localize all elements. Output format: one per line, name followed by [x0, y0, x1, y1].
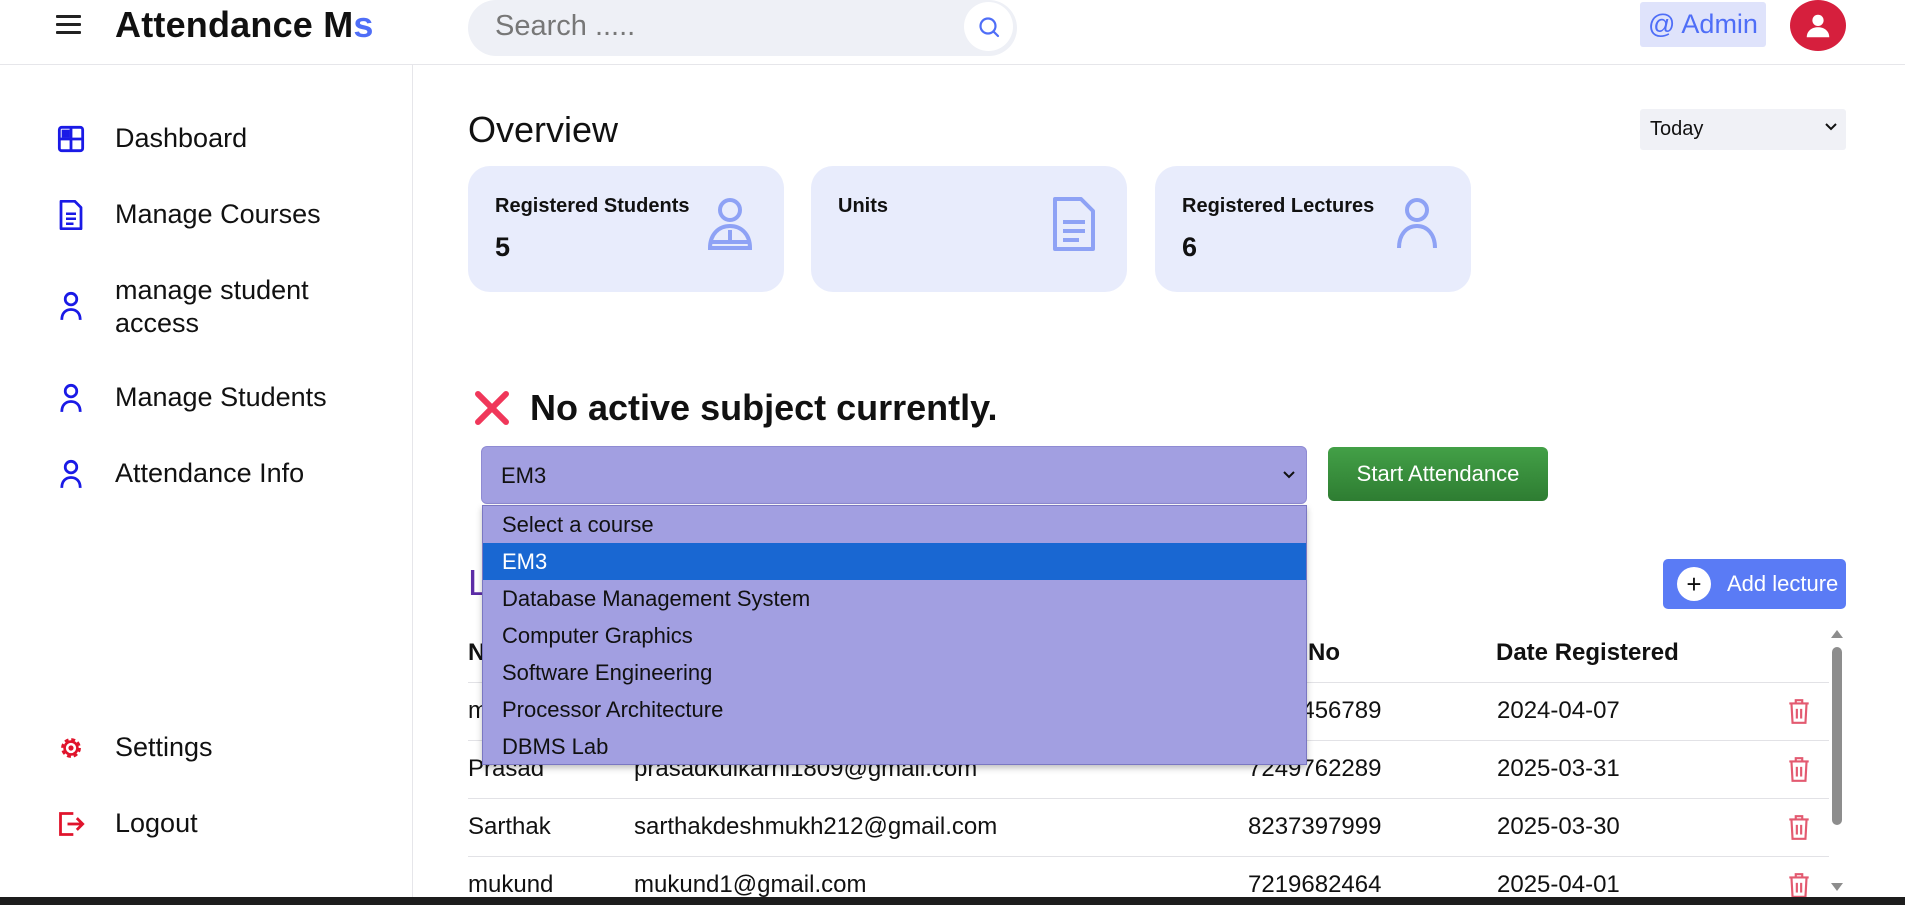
start-attendance-button[interactable]: Start Attendance	[1328, 447, 1548, 501]
brand-accent: s	[353, 4, 374, 45]
search-button[interactable]	[964, 2, 1013, 51]
gear-icon	[56, 733, 86, 763]
course-select-value: EM3	[501, 463, 547, 488]
sidebar-item-attendance-info[interactable]: Attendance Info	[56, 457, 365, 490]
top-bar: Attendance Ms @ Admin	[0, 0, 1905, 65]
trash-icon[interactable]	[1786, 755, 1812, 783]
cell-email: sarthakdeshmukh212@gmail.com	[634, 813, 998, 840]
sidebar-item-label: Dashboard	[115, 123, 248, 153]
scrollbar-thumb[interactable]	[1832, 647, 1842, 825]
user-icon	[56, 383, 86, 413]
sidebar-item-label: manage student access	[115, 275, 309, 338]
app-brand[interactable]: Attendance Ms	[115, 4, 374, 46]
course-select[interactable]: EM3	[481, 446, 1307, 504]
course-dropdown-list: Select a course EM3 Database Management …	[482, 505, 1307, 765]
stat-card-title: Units	[838, 195, 888, 217]
table-row: Sarthak sarthakdeshmukh212@gmail.com 823…	[468, 799, 1829, 857]
course-option[interactable]: DBMS Lab	[483, 728, 1306, 765]
sidebar-item-dashboard[interactable]: Dashboard	[56, 122, 365, 155]
taskbar-strip	[0, 897, 1905, 905]
course-option-selected[interactable]: EM3	[483, 543, 1306, 580]
cell-date: 2025-04-01	[1497, 871, 1620, 898]
course-option[interactable]: Database Management System	[483, 580, 1306, 617]
add-lecture-button[interactable]: + Add lecture	[1663, 559, 1846, 609]
search-input[interactable]	[495, 8, 935, 44]
period-select[interactable]: Today	[1640, 109, 1846, 150]
document-icon	[56, 200, 86, 230]
trash-icon[interactable]	[1786, 871, 1812, 899]
logout-icon	[56, 809, 86, 839]
user-avatar-icon	[1806, 14, 1830, 37]
page-title: Overview	[468, 109, 619, 150]
column-header: Date Registered	[1496, 639, 1679, 666]
trash-icon[interactable]	[1786, 813, 1812, 841]
sidebar-item-label: Manage Students	[115, 382, 327, 412]
course-option[interactable]: Computer Graphics	[483, 617, 1306, 654]
cell-date: 2025-03-31	[1497, 755, 1620, 782]
stat-card-registered-students: Registered Students 5	[468, 166, 784, 292]
cell-name: mukund	[468, 871, 554, 898]
scroll-down-arrow-icon[interactable]	[1831, 883, 1843, 891]
cell-date: 2024-04-07	[1497, 697, 1620, 724]
chevron-down-icon	[1825, 123, 1837, 131]
stat-card-registered-lectures: Registered Lectures 6	[1155, 166, 1471, 292]
dashboard-grid-icon	[56, 124, 86, 154]
chevron-down-icon	[1283, 471, 1295, 479]
sidebar-item-manage-students[interactable]: Manage Students	[56, 381, 365, 414]
sidebar-item-settings[interactable]: Settings	[56, 731, 365, 764]
student-icon	[707, 198, 753, 250]
cell-phone: 8237397999	[1248, 813, 1382, 840]
stat-card-units: Units	[811, 166, 1127, 292]
cell-phone: 7219682464	[1248, 871, 1382, 898]
no-active-subject-status: No active subject currently.	[472, 387, 998, 429]
user-icon	[56, 459, 86, 489]
menu-icon[interactable]	[56, 10, 86, 40]
sidebar-item-label: Logout	[115, 808, 198, 838]
plus-icon: +	[1677, 567, 1711, 601]
sidebar-item-label: Manage Courses	[115, 199, 321, 229]
trash-icon[interactable]	[1786, 697, 1812, 725]
stat-card-title: Registered Lectures	[1182, 195, 1375, 217]
cell-name: Sarthak	[468, 813, 551, 840]
course-option[interactable]: Select a course	[483, 506, 1306, 543]
no-active-subject-text: No active subject currently.	[530, 387, 998, 428]
sidebar-item-logout[interactable]: Logout	[56, 807, 365, 840]
sidebar-item-manage-student-access[interactable]: manage student access	[56, 274, 365, 340]
user-icon	[1397, 198, 1437, 249]
sidebar: Dashboard Manage Courses manage student …	[0, 65, 413, 905]
admin-badge[interactable]: @ Admin	[1640, 2, 1766, 47]
course-option[interactable]: Processor Architecture	[483, 691, 1306, 728]
avatar[interactable]	[1790, 0, 1846, 51]
stat-card-value: 6	[1182, 232, 1198, 262]
sidebar-item-label: Settings	[115, 732, 213, 762]
sidebar-item-manage-courses[interactable]: Manage Courses	[56, 198, 365, 231]
brand-main: Attendance M	[115, 4, 354, 45]
table-scrollbar[interactable]	[1828, 625, 1846, 895]
sidebar-item-label: Attendance Info	[115, 458, 305, 488]
search-icon	[978, 16, 999, 37]
search-bar	[468, 0, 1017, 56]
user-icon	[56, 291, 86, 321]
cell-email: mukund1@gmail.com	[634, 871, 867, 898]
period-select-value: Today	[1650, 118, 1704, 140]
stat-card-value: 5	[495, 232, 511, 262]
scroll-up-arrow-icon[interactable]	[1831, 630, 1843, 638]
add-lecture-label: Add lecture	[1727, 571, 1839, 596]
cell-date: 2025-03-30	[1497, 813, 1620, 840]
stat-card-title: Registered Students	[495, 195, 690, 217]
document-icon	[1053, 197, 1095, 251]
cross-icon	[475, 391, 509, 425]
course-option[interactable]: Software Engineering	[483, 654, 1306, 691]
